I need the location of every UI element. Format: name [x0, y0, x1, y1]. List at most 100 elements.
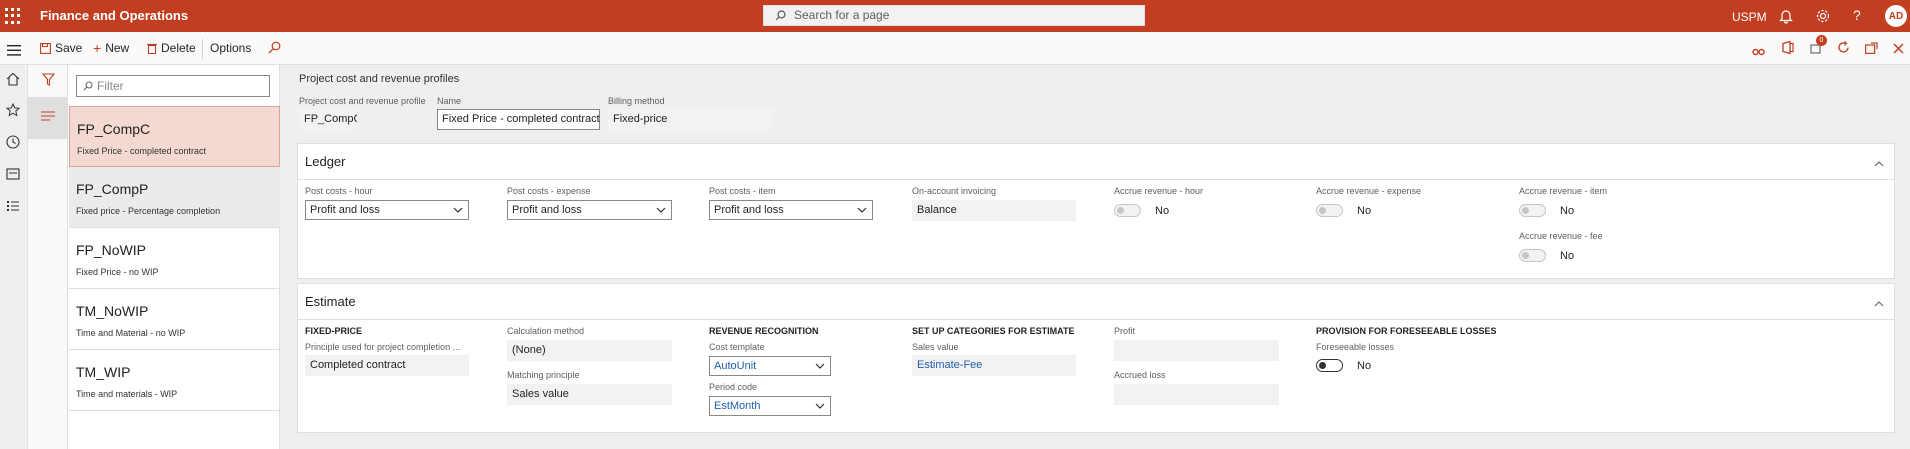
accrue-revenue-fee-value: No: [1560, 250, 1575, 262]
categories-group-title: SET UP CATEGORIES FOR ESTIMATE: [912, 326, 1075, 336]
divider: [298, 319, 1894, 320]
chevron-up-icon[interactable]: [1874, 294, 1884, 312]
cost-template-label: Cost template: [709, 342, 765, 352]
hamburger-icon[interactable]: [7, 43, 21, 61]
chevron-down-icon: [815, 403, 825, 409]
gear-icon[interactable]: [1815, 8, 1831, 29]
open-new-window-icon[interactable]: [1865, 41, 1878, 59]
list-pane-toolbar: [28, 65, 68, 449]
record-id: TM_NoWIP: [76, 303, 149, 319]
calculation-method-field[interactable]: (None): [507, 340, 672, 361]
record-description: Time and Material - no WIP: [76, 328, 186, 338]
details-pane: Project cost and revenue profiles Projec…: [281, 65, 1910, 449]
cost-template-select[interactable]: AutoUnit: [709, 356, 831, 376]
accrue-revenue-item-value: No: [1560, 205, 1575, 217]
accrue-revenue-hour-toggle[interactable]: [1114, 204, 1141, 217]
help-icon[interactable]: ?: [1853, 7, 1861, 23]
accrue-revenue-hour-value: No: [1155, 205, 1170, 217]
record-id: FP_NoWIP: [76, 242, 147, 258]
record-description: Fixed Price - no WIP: [76, 267, 159, 277]
period-code-value: EstMonth: [714, 400, 761, 412]
favorites-star-icon[interactable]: [5, 102, 22, 119]
refresh-icon[interactable]: [1837, 41, 1850, 59]
app-title[interactable]: Finance and Operations: [40, 8, 188, 23]
accrued-loss-field[interactable]: [1114, 384, 1279, 405]
save-button[interactable]: Save: [40, 41, 82, 55]
sales-value-field[interactable]: Estimate-Fee: [912, 355, 1076, 376]
principle-label: Principle used for project completion ..…: [305, 342, 461, 352]
accrue-revenue-item-label: Accrue revenue - item: [1519, 186, 1608, 196]
on-account-invoicing-field[interactable]: Balance: [912, 200, 1076, 221]
list-item[interactable]: TM_WIP Time and materials - WIP: [69, 350, 280, 411]
waffle-icon[interactable]: [5, 8, 21, 24]
calculation-method-label: Calculation method: [507, 326, 585, 336]
modules-list-icon[interactable]: [6, 199, 22, 215]
close-icon[interactable]: [1893, 41, 1904, 59]
post-costs-expense-select[interactable]: Profit and loss: [507, 200, 672, 220]
billing-method-field[interactable]: Fixed-price: [608, 109, 773, 130]
matching-principle-label: Matching principle: [507, 370, 580, 380]
search-icon[interactable]: [268, 41, 281, 59]
list-item[interactable]: TM_NoWIP Time and Material - no WIP: [69, 289, 280, 350]
save-label: Save: [55, 41, 83, 55]
notification-icon[interactable]: 0: [1810, 35, 1827, 59]
period-code-label: Period code: [709, 382, 758, 392]
profit-field[interactable]: [1114, 340, 1279, 361]
post-costs-expense-label: Post costs - expense: [507, 186, 591, 196]
list-item[interactable]: FP_CompP Fixed price - Percentage comple…: [69, 167, 280, 228]
new-label: New: [105, 41, 130, 55]
delete-button[interactable]: Delete: [147, 41, 196, 55]
top-bar: Finance and Operations Search for a page…: [0, 0, 1910, 32]
estimate-section: Estimate FIXED-PRICE Principle used for …: [297, 283, 1895, 433]
plus-icon: +: [93, 39, 102, 56]
save-icon: [40, 42, 51, 54]
post-costs-hour-label: Post costs - hour: [305, 186, 373, 196]
filter-funnel-icon[interactable]: [41, 73, 56, 91]
post-costs-item-select[interactable]: Profit and loss: [709, 200, 873, 220]
principle-field[interactable]: Completed contract: [305, 355, 469, 376]
list-item[interactable]: FP_NoWIP Fixed Price - no WIP: [69, 228, 280, 289]
profit-label: Profit: [1114, 326, 1136, 336]
record-id: TM_WIP: [76, 364, 131, 380]
company-picker[interactable]: USPM: [1732, 10, 1767, 24]
accrue-revenue-item-toggle[interactable]: [1519, 204, 1546, 217]
bell-icon[interactable]: [1779, 8, 1793, 29]
list-item[interactable]: FP_CompC Fixed Price - completed contrac…: [69, 106, 280, 167]
accrue-revenue-expense-value: No: [1357, 205, 1372, 217]
workspaces-icon[interactable]: [6, 167, 22, 183]
ledger-header[interactable]: Ledger: [305, 154, 345, 169]
billing-method-label: Billing method: [608, 96, 665, 106]
accrue-revenue-hour-label: Accrue revenue - hour: [1114, 186, 1204, 196]
period-code-select[interactable]: EstMonth: [709, 396, 831, 416]
trash-icon: [147, 43, 157, 54]
accrue-revenue-fee-toggle[interactable]: [1519, 249, 1546, 262]
office-icon[interactable]: [1782, 40, 1794, 59]
accrue-revenue-fee-label: Accrue revenue - fee: [1519, 231, 1603, 241]
list-view-icon[interactable]: [28, 97, 68, 139]
name-label: Name: [437, 96, 462, 106]
name-field[interactable]: Fixed Price - completed contract: [437, 109, 600, 130]
divider: [202, 39, 203, 59]
home-icon[interactable]: [6, 72, 22, 88]
options-tab[interactable]: Options: [210, 41, 251, 55]
link-icon[interactable]: [1752, 43, 1765, 61]
profile-field[interactable]: FP_CompC: [299, 109, 357, 130]
page-caption: Project cost and revenue profiles: [299, 73, 460, 85]
chevron-down-icon: [815, 363, 825, 369]
post-costs-hour-select[interactable]: Profit and loss: [305, 200, 469, 220]
new-button[interactable]: + New: [93, 39, 130, 56]
recent-clock-icon[interactable]: [6, 135, 22, 151]
avatar[interactable]: AD: [1885, 5, 1907, 27]
fixed-price-group-title: FIXED-PRICE: [305, 326, 363, 336]
filter-input[interactable]: Filter: [76, 75, 270, 97]
post-costs-hour-value: Profit and loss: [310, 204, 380, 216]
matching-principle-field[interactable]: Sales value: [507, 384, 672, 405]
provision-group-title: PROVISION FOR FORESEEABLE LOSSES: [1316, 326, 1497, 336]
search-input[interactable]: Search for a page: [763, 5, 1145, 26]
estimate-header[interactable]: Estimate: [305, 294, 356, 309]
foreseeable-losses-toggle[interactable]: [1316, 359, 1343, 372]
post-costs-expense-value: Profit and loss: [512, 204, 582, 216]
chevron-up-icon[interactable]: [1874, 154, 1884, 172]
accrue-revenue-expense-toggle[interactable]: [1316, 204, 1343, 217]
sales-value-label: Sales value: [912, 342, 959, 352]
